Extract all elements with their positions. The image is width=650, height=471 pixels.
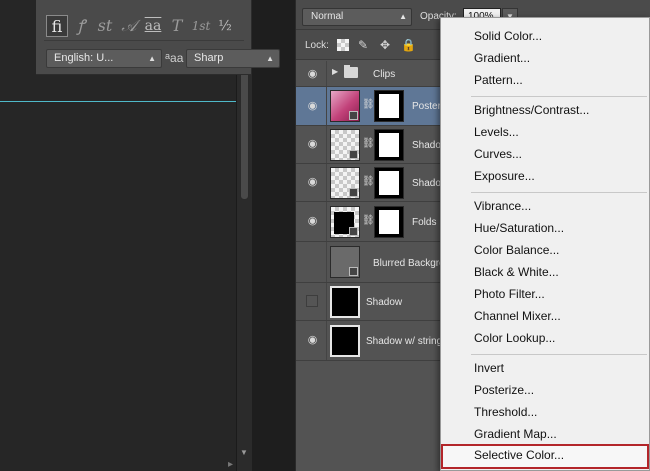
anti-alias-select-value: Sharp: [194, 52, 224, 64]
layer-name: Poster: [412, 101, 441, 112]
menu-item-black-white[interactable]: Black & White...: [441, 261, 649, 283]
document-canvas[interactable]: ▼ ▸ fi ꝭ st 𝒜 aa T 1st ½ English: U... ▲…: [0, 0, 280, 471]
language-select-value: English: U...: [54, 52, 114, 64]
layer-name: Folds: [412, 217, 437, 228]
select-arrows-icon: ▲: [266, 54, 274, 63]
lock-image-pixels-brush-icon[interactable]: ✎: [356, 38, 370, 52]
menu-item-levels[interactable]: Levels...: [441, 121, 649, 143]
layer-thumbnail: [330, 167, 360, 199]
menu-item-gradient[interactable]: Gradient...: [441, 47, 649, 69]
swash-button[interactable]: 𝒜: [118, 15, 140, 37]
opentype-buttons: fi ꝭ st 𝒜 aa T 1st ½: [46, 15, 236, 37]
visibility-column-divider: [326, 61, 327, 86]
eye-visibility-icon[interactable]: ◉: [306, 215, 319, 228]
menu-item-posterize[interactable]: Posterize...: [441, 379, 649, 401]
lock-position-move-icon[interactable]: ✥: [378, 38, 392, 52]
anti-alias-select[interactable]: Sharp ▲: [186, 49, 280, 68]
link-chain-icon[interactable]: ⛓: [362, 176, 375, 190]
blend-mode-select[interactable]: Normal ▲: [302, 8, 412, 26]
layer-mask-thumbnail[interactable]: [374, 129, 404, 161]
visibility-column-divider: [326, 242, 327, 282]
smart-object-badge-icon: [349, 267, 358, 276]
select-arrows-icon: ▲: [399, 12, 407, 21]
discretionary-ligatures-button[interactable]: ꝭ: [70, 15, 92, 37]
lock-label: Lock:: [305, 40, 329, 51]
new-fill-adjustment-layer-menu: Solid Color... Gradient... Pattern... Br…: [440, 17, 650, 471]
menu-item-vibrance[interactable]: Vibrance...: [441, 195, 649, 217]
eye-visibility-icon[interactable]: ◉: [306, 176, 319, 189]
layer-thumbnail: [330, 206, 360, 238]
group-expand-triangle-icon[interactable]: ▶: [332, 67, 338, 76]
folder-icon: [344, 65, 358, 78]
visibility-column-divider: [326, 164, 327, 201]
menu-item-curves[interactable]: Curves...: [441, 143, 649, 165]
link-chain-icon[interactable]: ⛓: [362, 138, 375, 152]
visibility-column-divider: [326, 321, 327, 360]
visibility-column-divider: [326, 283, 327, 320]
menu-item-threshold[interactable]: Threshold...: [441, 401, 649, 423]
contextual-alternates-button[interactable]: st: [94, 15, 116, 37]
character-panel: fi ꝭ st 𝒜 aa T 1st ½ English: U... ▲ aaa…: [36, 0, 280, 75]
menu-separator: [471, 192, 647, 193]
layer-thumbnail: [330, 286, 360, 318]
layer-name: Clips: [373, 69, 396, 80]
guide-line: [0, 101, 236, 102]
layer-mask-thumbnail[interactable]: [374, 167, 404, 199]
layer-thumbnail: [330, 246, 360, 278]
menu-item-solid-color[interactable]: Solid Color...: [441, 25, 649, 47]
visibility-column-divider: [326, 202, 327, 241]
smart-object-badge-icon: [349, 188, 358, 197]
eye-visibility-icon[interactable]: ◉: [306, 100, 319, 113]
status-arrow-icon: ▸: [228, 459, 234, 470]
layer-name: Shadow w/ string: [366, 336, 443, 347]
smart-object-badge-icon: [349, 227, 358, 236]
menu-separator: [471, 354, 647, 355]
visibility-toggle-off[interactable]: [306, 295, 318, 307]
menu-separator: [471, 96, 647, 97]
visibility-column-divider: [326, 87, 327, 125]
ligatures-button[interactable]: fi: [46, 15, 68, 37]
menu-item-brightness-contrast[interactable]: Brightness/Contrast...: [441, 99, 649, 121]
menu-item-color-balance[interactable]: Color Balance...: [441, 239, 649, 261]
menu-item-color-lookup[interactable]: Color Lookup...: [441, 327, 649, 349]
anti-alias-icon: aaa: [165, 51, 184, 65]
layer-thumbnail: [330, 325, 360, 357]
link-chain-icon[interactable]: ⛓: [362, 99, 375, 113]
layer-mask-thumbnail[interactable]: [374, 206, 404, 238]
lock-all-icon[interactable]: 🔒: [401, 38, 416, 52]
menu-item-selective-color[interactable]: Selective Color...: [441, 444, 649, 469]
blend-mode-value: Normal: [311, 11, 344, 22]
select-arrows-icon: ▲: [148, 54, 156, 63]
smart-object-badge-icon: [349, 111, 358, 120]
menu-item-pattern[interactable]: Pattern...: [441, 69, 649, 91]
link-chain-icon[interactable]: ⛓: [362, 215, 375, 229]
layer-thumbnail: [330, 90, 360, 122]
scroll-down-arrow-icon[interactable]: ▼: [240, 448, 248, 457]
layer-mask-thumbnail[interactable]: [374, 90, 404, 122]
ordinals-button[interactable]: 1st: [190, 15, 212, 37]
eye-visibility-icon[interactable]: ◉: [306, 68, 319, 81]
menu-item-exposure[interactable]: Exposure...: [441, 165, 649, 187]
menu-item-invert[interactable]: Invert: [441, 357, 649, 379]
fractions-button[interactable]: ½: [214, 15, 236, 37]
menu-item-channel-mixer[interactable]: Channel Mixer...: [441, 305, 649, 327]
stylistic-alternates-button[interactable]: aa: [142, 15, 164, 37]
panel-divider: [44, 40, 244, 41]
smart-object-badge-icon: [349, 150, 358, 159]
visibility-column-divider: [326, 126, 327, 163]
menu-item-photo-filter[interactable]: Photo Filter...: [441, 283, 649, 305]
menu-item-gradient-map[interactable]: Gradient Map...: [441, 423, 649, 445]
titling-alternates-button[interactable]: T: [166, 15, 188, 37]
language-select[interactable]: English: U... ▲: [46, 49, 162, 68]
menu-item-hue-saturation[interactable]: Hue/Saturation...: [441, 217, 649, 239]
layer-thumbnail: [330, 129, 360, 161]
lock-transparent-pixels-icon[interactable]: [337, 39, 349, 51]
layer-name: Shadow: [366, 297, 403, 308]
eye-visibility-icon[interactable]: ◉: [306, 138, 319, 151]
eye-visibility-icon[interactable]: ◉: [306, 334, 319, 347]
